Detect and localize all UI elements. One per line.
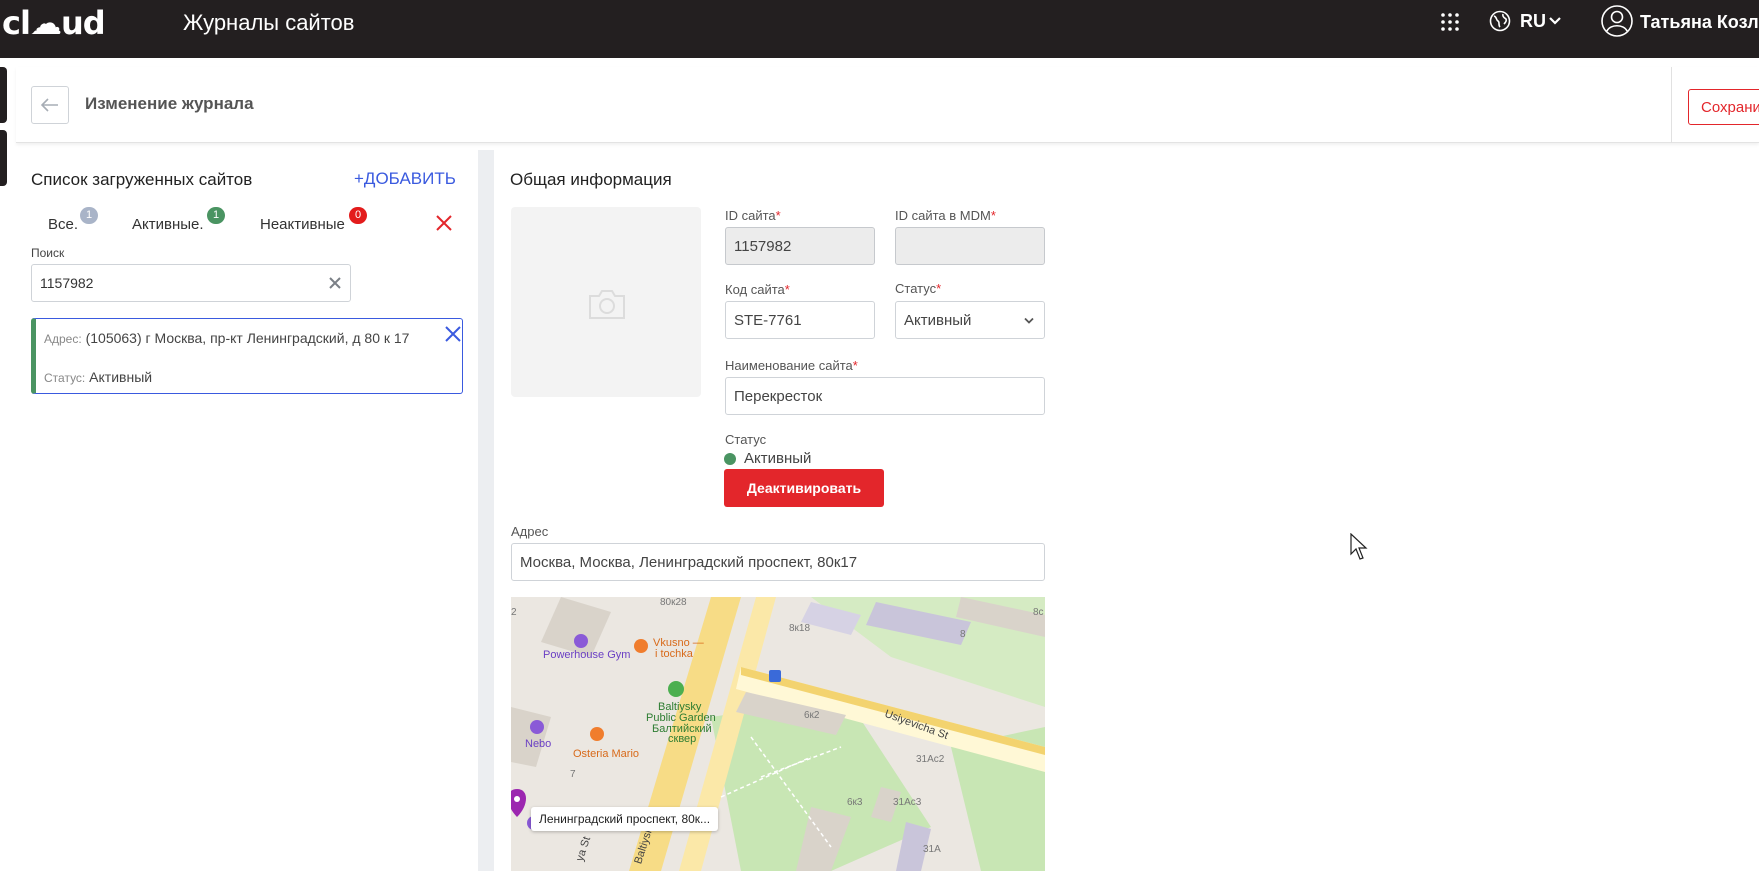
site-id-label: ID сайта*: [725, 208, 781, 223]
address-label: Адрес: [511, 524, 549, 539]
save-button[interactable]: Сохрани: [1688, 89, 1759, 125]
site-code-label: Код сайта*: [725, 282, 790, 297]
map-building-label: 31Ас3: [893, 797, 922, 808]
map-poi-label: сквер: [668, 733, 697, 745]
clear-search-icon[interactable]: [328, 276, 342, 290]
chevron-down-icon[interactable]: [1549, 16, 1561, 26]
status-select[interactable]: Активный: [895, 301, 1045, 339]
user-name[interactable]: Татьяна Козло: [1640, 12, 1759, 33]
chevron-down-icon: [1024, 317, 1034, 324]
back-button[interactable]: [31, 86, 69, 124]
app-title: Журналы сайтов: [183, 10, 355, 35]
status-indicator: [724, 453, 736, 465]
location-map[interactable]: Powerhouse Gym Vkusno — i tochka Baltiys…: [511, 597, 1045, 871]
map-poi-label: Nebo: [525, 738, 552, 750]
site-id-field[interactable]: 1157982: [725, 227, 875, 265]
map-building-label: 8к18: [789, 623, 811, 634]
map-building-label: 31Ас2: [916, 754, 945, 765]
cloud-logo[interactable]: cl☁ud: [2, 4, 106, 42]
page-header: Изменение журнала Сохрани: [16, 67, 1759, 143]
map-building-label: 6к2: [804, 710, 820, 721]
apps-grid-icon[interactable]: [1440, 12, 1460, 32]
map-building-label: 8: [960, 629, 966, 640]
search-input[interactable]: [40, 265, 320, 301]
filter-tab-inactive[interactable]: Неактивные: [260, 216, 345, 233]
sites-list-panel: Список загруженных сайтов +ДОБАВИТЬ Все.…: [16, 150, 478, 871]
mdm-id-label: ID сайта в MDM*: [895, 208, 996, 223]
add-site-button[interactable]: +ДОБАВИТЬ: [354, 169, 456, 189]
header-divider: [1671, 67, 1672, 143]
state-label: Статус: [725, 432, 767, 447]
map-building-label: 6к3: [847, 797, 863, 808]
count-badge-all: 1: [80, 207, 98, 224]
site-name-field[interactable]: Перекресток: [725, 377, 1045, 415]
mouse-cursor-icon: [1350, 533, 1368, 560]
close-icon[interactable]: [444, 325, 462, 343]
map-location-popup[interactable]: Ленинградский проспект, 80к...: [531, 807, 719, 831]
site-list-item[interactable]: Адрес: (105063) г Москва, пр-кт Ленингра…: [31, 318, 463, 394]
search-input-wrapper: [31, 264, 351, 302]
filter-tab-all[interactable]: Все.: [48, 216, 78, 233]
map-building-label: 31А: [923, 844, 941, 855]
search-label: Поиск: [31, 246, 65, 260]
clear-filters-icon[interactable]: [434, 213, 454, 233]
site-status: Статус: Активный: [44, 369, 153, 385]
side-rail-tab[interactable]: [0, 130, 7, 186]
side-rail-tab[interactable]: [0, 67, 7, 123]
top-navigation-bar: cl☁ud Журналы сайтов RU Татьяна Козло: [0, 0, 1759, 58]
deactivate-button[interactable]: Деактивировать: [724, 469, 884, 507]
language-selector[interactable]: RU: [1520, 11, 1546, 32]
arrow-left-icon: [41, 98, 58, 112]
sites-list-title: Список загруженных сайтов: [31, 170, 253, 189]
page-title: Изменение журнала: [85, 94, 254, 113]
map-building-label: 7: [570, 769, 576, 780]
map-poi-label: Osteria Mario: [573, 748, 640, 760]
count-badge-inactive: 0: [349, 207, 367, 224]
general-info-panel: Общая информация ID сайта* 1157982 ID са…: [494, 150, 1759, 871]
globe-icon[interactable]: [1489, 10, 1511, 32]
address-field[interactable]: Москва, Москва, Ленинградский проспект, …: [511, 543, 1045, 581]
user-avatar-icon[interactable]: [1600, 4, 1634, 38]
camera-icon: [589, 290, 625, 319]
map-poi-label: Powerhouse Gym: [543, 649, 631, 661]
mdm-id-field[interactable]: [895, 227, 1045, 265]
photo-upload[interactable]: [511, 207, 701, 397]
map-poi-label: i tochka: [655, 648, 693, 660]
site-code-field[interactable]: STE-7761: [725, 301, 875, 339]
map-building-label: 2: [511, 607, 517, 618]
status-select-label: Статус*: [895, 281, 942, 296]
map-building-label: 8с: [1033, 607, 1044, 618]
filter-tab-active[interactable]: Активные.: [132, 216, 204, 233]
map-building-label: 80к28: [660, 597, 687, 608]
site-name-label: Наименование сайта*: [725, 358, 858, 373]
state-value: Активный: [744, 450, 812, 467]
section-title: Общая информация: [510, 170, 672, 189]
site-address: Адрес: (105063) г Москва, пр-кт Ленингра…: [44, 330, 410, 346]
panel-divider: [478, 150, 494, 871]
count-badge-active: 1: [207, 207, 225, 224]
